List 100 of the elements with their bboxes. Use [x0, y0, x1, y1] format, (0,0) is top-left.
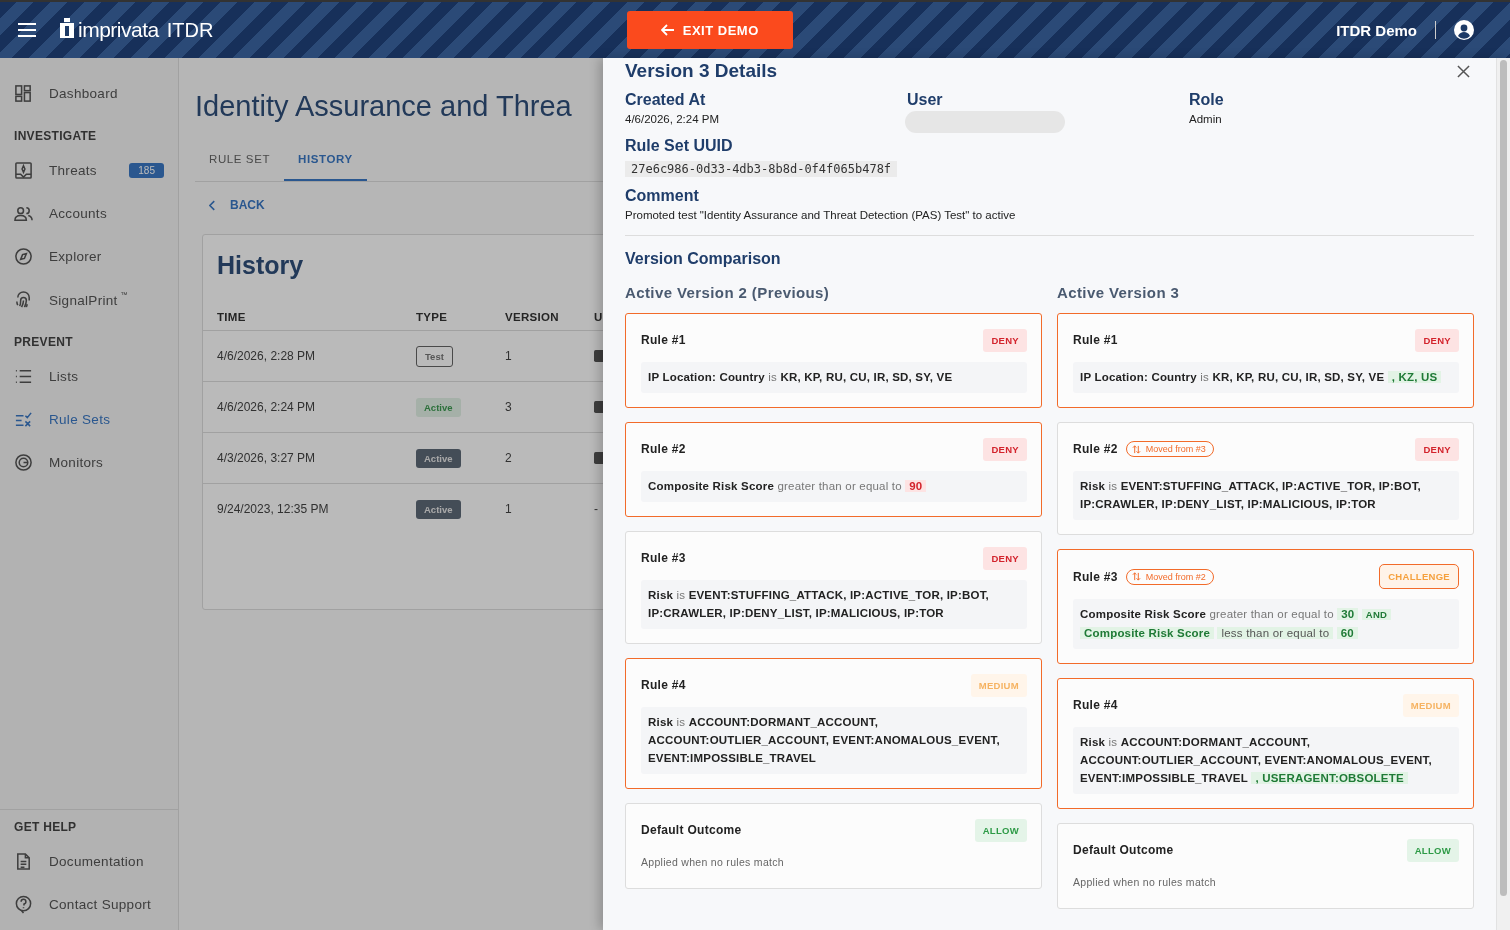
scrollbar[interactable]: [1496, 58, 1510, 930]
field-value: 4/6/2026, 2:24 PM: [625, 113, 720, 125]
rule-title: Rule #2: [1073, 442, 1118, 456]
logo-icon: [60, 18, 74, 38]
card-title: History: [217, 251, 305, 280]
support-icon: [14, 895, 33, 914]
rule-title: Rule #1: [1073, 333, 1118, 347]
table-cell-text: 1: [505, 349, 513, 363]
nav-item[interactable]: Dashboard: [0, 72, 178, 115]
arrow-left-icon: [660, 24, 675, 36]
nav-item[interactable]: Rule Sets: [0, 398, 178, 441]
column-header: U: [594, 311, 603, 323]
dashboard-icon: [14, 84, 33, 103]
type-badge: Active: [416, 500, 461, 519]
outcome-description: Applied when no rules match: [1073, 876, 1217, 890]
rule-title: Rule #4: [641, 678, 686, 692]
lists-icon: [14, 367, 33, 386]
document-icon: [14, 852, 33, 871]
nav-item[interactable]: Documentation: [0, 840, 178, 883]
field-label: Created At: [625, 91, 707, 109]
fingerprint-icon: [14, 290, 33, 309]
monitors-icon: [14, 453, 33, 472]
outcome-badge: CHALLENGE: [1379, 564, 1459, 589]
menu-icon[interactable]: [18, 23, 36, 37]
rule-condition: Risk is ACCOUNT:DORMANT_ACCOUNT, ACCOUNT:OUTLIER_ACCOUNT, EVENT:ANOMALOUS_EVENT, EVENT:IMPOSSIBLE_TRAVEL , USERAGENT:OBSOLETE: [1073, 727, 1459, 794]
outcome-badge: DENY: [983, 546, 1027, 570]
column-header: TIME: [217, 311, 247, 323]
rule-condition: Risk is EVENT:STUFFING_ATTACK, IP:ACTIVE_TOR, IP:BOT, IP:CRAWLER, IP:DENY_LIST, IP:MALICIOUS, IP:TOR: [1073, 471, 1459, 520]
field-label: Rule Set UUID: [625, 137, 734, 155]
product-name: ITDR: [166, 18, 214, 42]
logo-text: imprivata: [78, 18, 159, 42]
tab[interactable]: RULE SET: [195, 145, 285, 181]
rule-condition: IP Location: Country is KR, KP, RU, CU, IR, SD, SY, VE , KZ, US: [1073, 362, 1459, 393]
rule-title: Rule #3: [1073, 569, 1118, 584]
chevron-left-icon: [209, 199, 216, 211]
close-icon[interactable]: [1457, 64, 1470, 78]
table-cell-text: 4/6/2026, 2:24 PM: [217, 400, 317, 414]
comment-text: Promoted test "Identity Assurance and Threat Detection (PAS) Test" to active: [625, 209, 1017, 221]
nav-item[interactable]: Contact Support: [0, 883, 178, 926]
threats-icon: [14, 161, 33, 180]
outcome-badge: ALLOW: [974, 818, 1027, 842]
nav-item[interactable]: Monitors: [0, 441, 178, 484]
field-label: User: [907, 91, 944, 109]
table-cell-text: 1: [505, 502, 513, 516]
column-header: TYPE: [416, 311, 449, 323]
table-cell-text: 4/3/2026, 3:27 PM: [217, 451, 317, 465]
account-icon[interactable]: [1454, 20, 1474, 40]
table-cell-text: 4/6/2026, 2:28 PM: [217, 349, 317, 363]
outcome-badge: DENY: [983, 328, 1027, 352]
explorer-icon: [14, 247, 33, 266]
outcome-badge: DENY: [983, 437, 1027, 461]
rule-condition: Composite Risk Score greater than or equal to 30 AND Composite Risk Score less than or equal to 60: [1073, 599, 1459, 649]
outcome-badge: MEDIUM: [970, 673, 1027, 697]
section-title: Version Comparison: [625, 250, 782, 268]
outcome-badge: DENY: [1415, 437, 1459, 461]
rule-title: Rule #1: [641, 333, 686, 347]
page-title: Identity Assurance and Threa: [195, 90, 573, 123]
column-heading: Active Version 2 (Previous): [625, 284, 831, 301]
table-cell-text: 3: [505, 400, 513, 414]
drawer-title: Version 3 Details: [625, 60, 778, 82]
swap-arrows-icon: [1131, 444, 1141, 454]
field-label: Comment: [625, 187, 700, 205]
rule-title: Default Outcome: [1073, 843, 1174, 857]
section-heading: GET HELP: [13, 819, 78, 836]
rule-condition: Risk is ACCOUNT:DORMANT_ACCOUNT, ACCOUNT:OUTLIER_ACCOUNT, EVENT:ANOMALOUS_EVENT, EVENT:IMPOSSIBLE_TRAVEL: [641, 707, 1027, 774]
column-header: VERSION: [505, 311, 560, 323]
type-badge: Active: [416, 398, 461, 417]
back-link[interactable]: BACK: [209, 198, 265, 212]
nav-item[interactable]: Threats 185: [0, 149, 178, 192]
rule-title: Rule #3: [641, 551, 686, 565]
rule-title: Rule #4: [1073, 698, 1118, 712]
section-heading: INVESTIGATE: [13, 128, 98, 145]
table-cell-text: 9/24/2023, 12:35 PM: [217, 502, 330, 516]
field-value: Admin: [1189, 113, 1223, 125]
section-heading: PREVENT: [13, 334, 74, 351]
outcome-badge: ALLOW: [1406, 838, 1459, 862]
exit-demo-button[interactable]: EXIT DEMO: [626, 11, 793, 49]
type-badge: Test: [416, 346, 453, 367]
nav-item[interactable]: Lists: [0, 355, 178, 398]
table-cell: -: [594, 502, 598, 516]
column-heading: Active Version 3: [1057, 284, 1181, 301]
rulesets-icon: [14, 410, 33, 429]
accounts-icon: [14, 204, 33, 223]
nav-item[interactable]: Explorer: [0, 235, 178, 278]
rule-condition: IP Location: Country is KR, KP, RU, CU, IR, SD, SY, VE: [641, 362, 1027, 393]
outcome-description: Applied when no rules match: [641, 856, 785, 870]
rule-condition: Risk is EVENT:STUFFING_ATTACK, IP:ACTIVE_TOR, IP:BOT, IP:CRAWLER, IP:DENY_LIST, IP:MALICIOUS, IP:TOR: [641, 580, 1027, 629]
field-label: Role: [1189, 91, 1225, 109]
outcome-badge: DENY: [1415, 328, 1459, 352]
nav-item[interactable]: Accounts: [0, 192, 178, 235]
uuid-value: 27e6c986-0d33-4db3-8b8d-0f4f065b478f: [625, 161, 898, 177]
tab[interactable]: HISTORY: [284, 145, 367, 181]
rule-condition: Composite Risk Score greater than or equal to 90: [641, 471, 1027, 502]
table-cell-text: 2: [505, 451, 513, 465]
nav-item[interactable]: SignalPrint $^{™}$: [0, 278, 178, 321]
rule-title: Rule #2: [641, 442, 686, 456]
type-badge: Active: [416, 449, 461, 468]
rule-title: Default Outcome: [641, 823, 742, 837]
tenant-name: ITDR Demo: [1336, 21, 1417, 39]
swap-arrows-icon: [1131, 572, 1141, 581]
